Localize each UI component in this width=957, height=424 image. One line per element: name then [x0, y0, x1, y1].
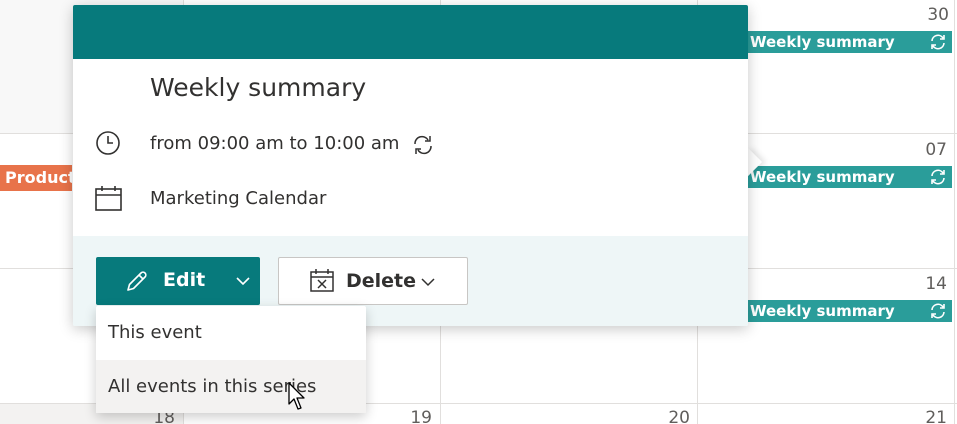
event-weekly-summary[interactable]: AM Weekly summary [716, 31, 952, 53]
repeat-icon [931, 34, 945, 50]
menu-item-all-events-in-series[interactable]: All events in this series [96, 360, 366, 413]
event-time-range: from 09:00 am to 10:00 am [150, 133, 400, 154]
day-number: 20 [668, 408, 690, 424]
pencil-icon [127, 271, 147, 291]
calendar-delete-icon [310, 269, 334, 292]
grid-divider [954, 0, 955, 424]
mouse-cursor-icon [288, 382, 305, 410]
day-number: 30 [927, 5, 949, 25]
day-number: 21 [925, 408, 947, 424]
day-number: 14 [925, 274, 947, 294]
repeat-icon [931, 169, 945, 185]
edit-button[interactable]: Edit [96, 257, 260, 305]
repeat-icon [414, 135, 432, 155]
delete-button[interactable]: Delete [278, 257, 468, 305]
repeat-icon [931, 303, 945, 319]
day-number: 19 [410, 408, 432, 424]
event-product[interactable]: Product [0, 165, 72, 191]
calendar-icon [95, 186, 122, 211]
delete-button-label: Delete [346, 270, 417, 292]
event-title: Weekly summary [750, 33, 895, 51]
event-title: Weekly summary [750, 168, 895, 186]
menu-item-this-event[interactable]: This event [96, 306, 366, 359]
clock-icon [96, 131, 120, 155]
day-number: 07 [925, 140, 947, 160]
event-title-heading: Weekly summary [150, 73, 367, 102]
edit-button-label: Edit [163, 269, 206, 291]
event-calendar-name: Marketing Calendar [150, 188, 327, 209]
callout-header [73, 5, 748, 59]
event-weekly-summary[interactable]: AM Weekly summary [716, 300, 952, 322]
edit-options-menu: This event All events in this series [96, 306, 366, 413]
chevron-down-icon [236, 277, 250, 286]
event-title: Weekly summary [750, 302, 895, 320]
chevron-down-icon [421, 278, 435, 287]
